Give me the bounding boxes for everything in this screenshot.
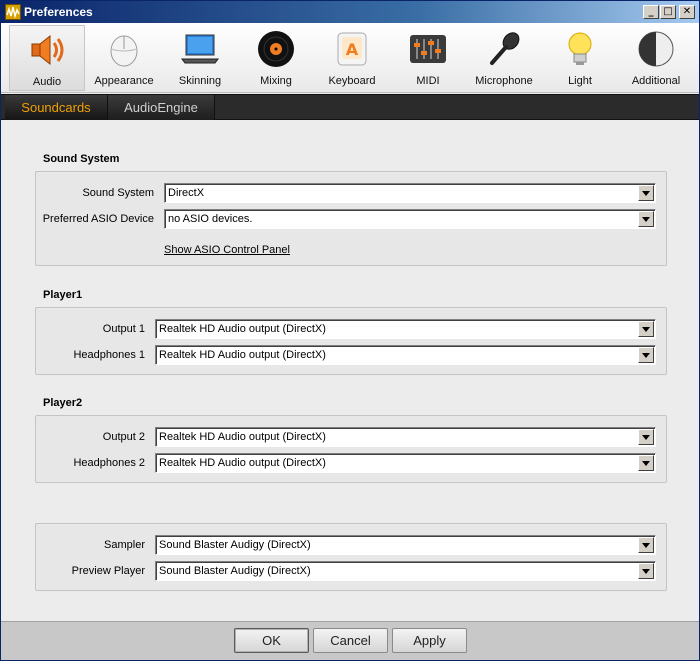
laptop-icon [180, 29, 220, 69]
section-title-player2: Player2 [43, 397, 83, 409]
toolbar-item-label: Appearance [94, 75, 154, 87]
tab-audioengine[interactable]: AudioEngine [108, 95, 215, 120]
headphones2-value: Realtek HD Audio output (DirectX) [159, 457, 326, 469]
headphones1-dropdown[interactable]: Realtek HD Audio output (DirectX) [155, 345, 656, 365]
toolbar-item-midi[interactable]: MIDI [390, 25, 466, 91]
output1-value: Realtek HD Audio output (DirectX) [159, 323, 326, 335]
toolbar-item-keyboard[interactable]: A Keyboard [314, 25, 390, 91]
title-bar[interactable]: Preferences _ □ ✕ [1, 1, 699, 23]
toolbar-item-label: MIDI [416, 75, 440, 87]
output2-dropdown[interactable]: Realtek HD Audio output (DirectX) [155, 427, 656, 447]
show-asio-control-panel-link[interactable]: Show ASIO Control Panel [164, 244, 290, 256]
output2-value: Realtek HD Audio output (DirectX) [159, 431, 326, 443]
group-player1: Output 1 Realtek HD Audio output (Direct… [35, 307, 667, 375]
toolbar-item-appearance[interactable]: Appearance [86, 25, 162, 91]
sound-system-value: DirectX [168, 187, 205, 199]
toolbar-item-label: Mixing [260, 75, 292, 87]
sampler-value: Sound Blaster Audigy (DirectX) [159, 539, 311, 551]
preview-player-label: Preview Player [71, 565, 145, 577]
output1-label: Output 1 [102, 323, 145, 335]
dialog-footer: OK Cancel Apply [1, 621, 699, 660]
sampler-dropdown[interactable]: Sound Blaster Audigy (DirectX) [155, 535, 656, 555]
asio-device-label: Preferred ASIO Device [42, 213, 154, 225]
ok-button[interactable]: OK [234, 628, 309, 653]
headphones1-value: Realtek HD Audio output (DirectX) [159, 349, 326, 361]
mouse-icon [104, 29, 144, 69]
half-circle-icon [636, 29, 676, 69]
toolbar-item-mixing[interactable]: Mixing [238, 25, 314, 91]
toolbar-item-label: Audio [32, 76, 62, 88]
soundcards-panel: Sound System Sound System DirectX Prefer… [1, 121, 699, 621]
toolbar-item-skinning[interactable]: Skinning [162, 25, 238, 91]
toolbar-item-additional[interactable]: Additional [618, 25, 694, 91]
group-sound-system: Sound System DirectX Preferred ASIO Devi… [35, 171, 667, 266]
sound-system-label: Sound System [82, 187, 154, 199]
toolbar-item-label: Light [568, 75, 592, 87]
chevron-down-icon[interactable] [638, 455, 654, 471]
output2-label: Output 2 [102, 431, 145, 443]
group-sampler-preview: Sampler Sound Blaster Audigy (DirectX) P… [35, 523, 667, 591]
chevron-down-icon[interactable] [638, 347, 654, 363]
toolbar-item-audio[interactable]: Audio [9, 25, 85, 91]
minimize-button[interactable]: _ [643, 5, 659, 19]
headphones2-label: Headphones 2 [73, 457, 145, 469]
maximize-button[interactable]: □ [660, 5, 676, 19]
output1-dropdown[interactable]: Realtek HD Audio output (DirectX) [155, 319, 656, 339]
app-icon [5, 4, 21, 20]
sound-system-dropdown[interactable]: DirectX [164, 183, 656, 203]
toolbar-item-label: Skinning [178, 75, 222, 87]
tab-bar: Soundcards AudioEngine [1, 94, 699, 120]
key-letter: A [346, 40, 359, 59]
chevron-down-icon[interactable] [638, 321, 654, 337]
light-bulb-icon [560, 29, 600, 69]
preview-player-value: Sound Blaster Audigy (DirectX) [159, 565, 311, 577]
speaker-icon [28, 30, 68, 70]
headphones1-label: Headphones 1 [73, 349, 145, 361]
section-title-sound-system: Sound System [43, 153, 120, 165]
chevron-down-icon[interactable] [638, 211, 654, 227]
chevron-down-icon[interactable] [638, 185, 654, 201]
category-toolbar: Audio Appearance Skinning Mixing A Keybo… [1, 23, 699, 93]
tab-soundcards[interactable]: Soundcards [5, 95, 108, 120]
toolbar-item-label: Microphone [475, 75, 533, 87]
toolbar-item-label: Keyboard [328, 75, 376, 87]
group-player2: Output 2 Realtek HD Audio output (Direct… [35, 415, 667, 483]
close-button[interactable]: ✕ [679, 5, 695, 19]
midi-controller-icon [408, 29, 448, 69]
toolbar-item-light[interactable]: Light [542, 25, 618, 91]
preferences-window: Preferences _ □ ✕ Audio Appearance Skinn… [0, 0, 700, 661]
preview-player-dropdown[interactable]: Sound Blaster Audigy (DirectX) [155, 561, 656, 581]
cancel-button[interactable]: Cancel [313, 628, 388, 653]
keyboard-key-icon: A [332, 29, 372, 69]
apply-button[interactable]: Apply [392, 628, 467, 653]
headphones2-dropdown[interactable]: Realtek HD Audio output (DirectX) [155, 453, 656, 473]
toolbar-item-microphone[interactable]: Microphone [466, 25, 542, 91]
asio-device-dropdown[interactable]: no ASIO devices. [164, 209, 656, 229]
microphone-icon [484, 29, 524, 69]
asio-device-value: no ASIO devices. [168, 213, 253, 225]
chevron-down-icon[interactable] [638, 429, 654, 445]
vinyl-record-icon [256, 29, 296, 69]
toolbar-item-label: Additional [631, 75, 681, 87]
section-title-player1: Player1 [43, 289, 83, 301]
chevron-down-icon[interactable] [638, 563, 654, 579]
window-title: Preferences [24, 5, 93, 19]
chevron-down-icon[interactable] [638, 537, 654, 553]
sampler-label: Sampler [104, 539, 145, 551]
